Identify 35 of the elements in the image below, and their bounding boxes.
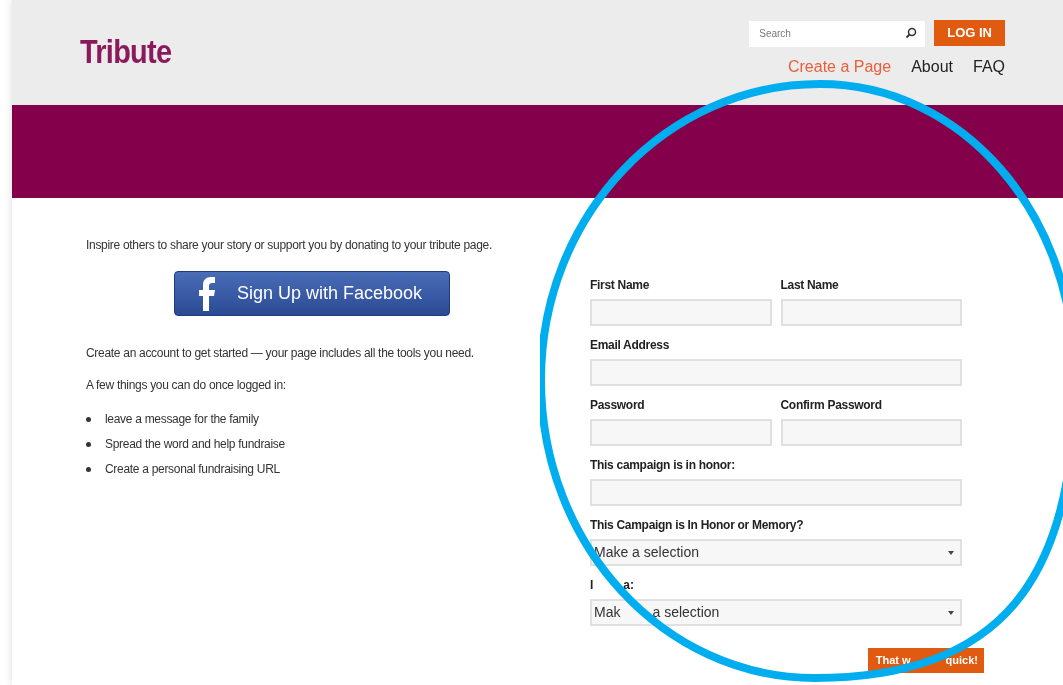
input-field[interactable]	[590, 359, 962, 386]
list-item: Spread the word and help fundraise	[105, 436, 285, 453]
login-button[interactable]: LOG IN	[934, 20, 1005, 46]
account-text: Create an account to get started — your page includes all the tools you need.	[86, 345, 475, 362]
search-icon	[905, 27, 918, 39]
field-label: I	[590, 577, 594, 594]
field-label: Email Address	[590, 337, 671, 354]
bullet-icon	[86, 416, 91, 422]
nav-link[interactable]: FAQ	[973, 55, 1005, 79]
list-item: Create a personal fundraising URL	[105, 461, 280, 478]
facebook-signup-button[interactable]: Sign Up with Facebook	[174, 271, 450, 316]
select-dropdown[interactable]: Make a selection	[590, 539, 962, 566]
field-label: Password	[590, 397, 646, 414]
field-label: First Name	[590, 277, 651, 294]
list-title: A few things you can do once logged in:	[86, 377, 287, 394]
field-label: This campaign is in honor:	[590, 457, 736, 474]
input-field[interactable]	[590, 419, 772, 446]
search-field[interactable]: Search	[749, 20, 926, 47]
input-field[interactable]	[780, 299, 962, 326]
dropdown-caret-icon	[948, 550, 954, 555]
list-item: leave a message for the family	[105, 411, 259, 428]
field-label: Confirm Password	[780, 397, 883, 414]
input-field[interactable]	[780, 419, 962, 446]
field-label: Last Name	[780, 277, 840, 294]
select-dropdown[interactable]: Mak a selection	[590, 599, 962, 626]
field-label: a:	[623, 577, 634, 594]
site-logo[interactable]: Tribute	[80, 26, 172, 105]
nav-link[interactable]: About	[911, 55, 953, 79]
input-field[interactable]	[590, 479, 962, 506]
dropdown-caret-icon	[948, 610, 954, 615]
input-field[interactable]	[590, 299, 772, 326]
bullet-icon	[86, 466, 91, 472]
field-label: This Campaign is In Honor or Memory?	[590, 517, 805, 534]
bullet-icon	[86, 441, 91, 447]
intro-text: Inspire others to share your story or support you by donating to your tribute page.	[86, 237, 493, 254]
